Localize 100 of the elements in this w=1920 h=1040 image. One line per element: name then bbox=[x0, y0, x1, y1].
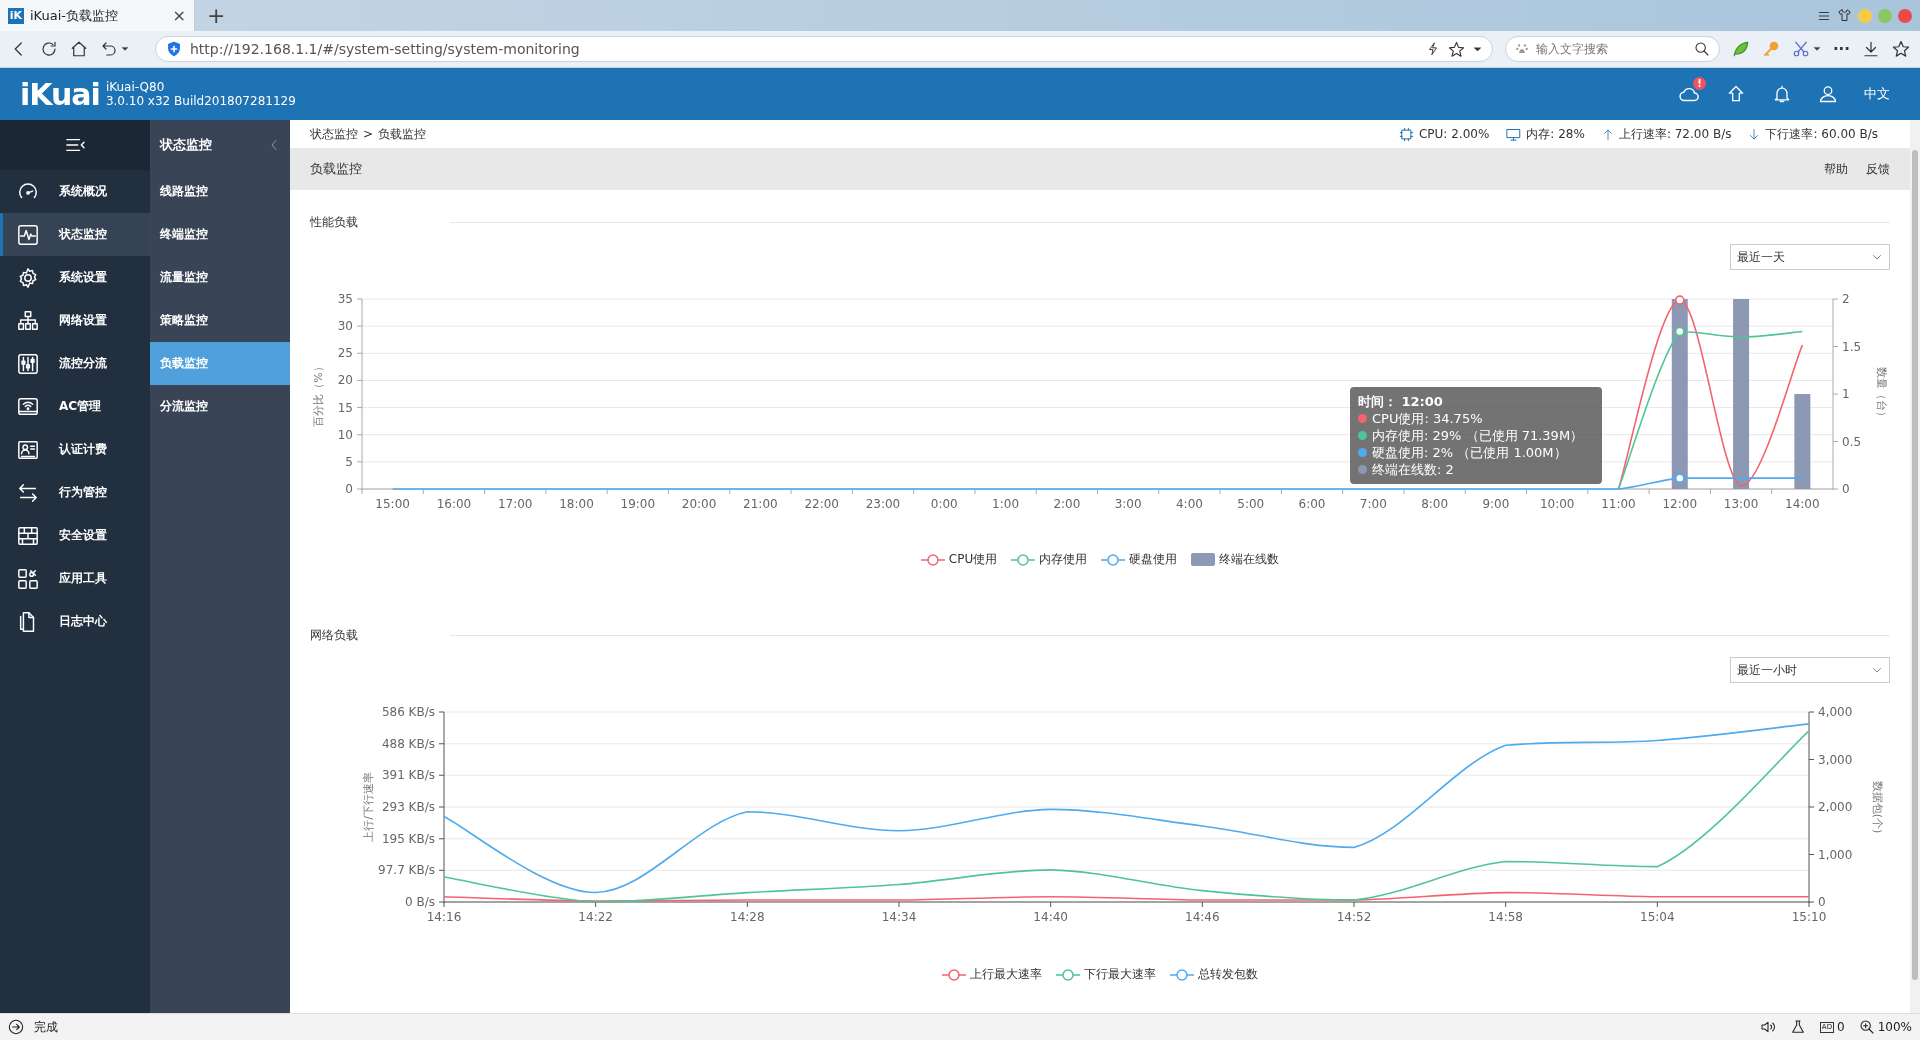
x-tick-label: 3:00 bbox=[1114, 497, 1142, 511]
sidebar-item[interactable]: 流控分流 bbox=[0, 342, 150, 385]
status-reading: 上行速率: 72.00 B/s bbox=[1618, 125, 1732, 143]
alert-badge: ! bbox=[1693, 77, 1706, 90]
y-tick-label: 586 KB/s bbox=[381, 705, 435, 719]
breadcrumb-item[interactable]: 状态监控 bbox=[310, 125, 358, 143]
grid-icon bbox=[17, 567, 39, 590]
submenu-item[interactable]: 流量监控 bbox=[150, 256, 290, 299]
y-tick-label: 3,000 bbox=[1818, 752, 1853, 767]
arrow-circle-icon bbox=[8, 1019, 24, 1035]
axis-title: 数量（台） bbox=[1875, 366, 1888, 422]
sidebar-item[interactable]: 网络设置 bbox=[0, 299, 150, 342]
submenu-item[interactable]: 终端监控 bbox=[150, 213, 290, 256]
y-tick-label: 15 bbox=[337, 400, 353, 415]
y-tick-label: 0 bbox=[1818, 895, 1826, 909]
reload-icon bbox=[40, 40, 58, 58]
y-tick-label: 2 bbox=[1842, 292, 1850, 306]
x-tick-label: 15:00 bbox=[375, 497, 410, 511]
x-tick-label: 15:10 bbox=[1791, 910, 1827, 924]
pulse-icon bbox=[17, 223, 39, 246]
x-tick-label: 14:40 bbox=[1033, 910, 1068, 924]
more-button[interactable]: ··· bbox=[1832, 40, 1850, 58]
sidebar-item[interactable]: 应用工具 bbox=[0, 557, 150, 600]
range-dropdown[interactable]: 最近一小时 bbox=[1730, 657, 1890, 683]
x-tick-label: 14:28 bbox=[730, 910, 765, 924]
y-tick-label: 293 KB/s bbox=[381, 800, 435, 814]
legend-item[interactable]: 终端在线数 bbox=[1191, 551, 1280, 568]
range-dropdown[interactable]: 最近一天 bbox=[1730, 244, 1890, 270]
y-tick-label: 0 bbox=[345, 482, 353, 496]
maximize-button[interactable] bbox=[1878, 8, 1892, 23]
undo-icon bbox=[100, 40, 118, 58]
sidebar-item[interactable]: AC管理 bbox=[0, 385, 150, 428]
tooltip-text: 内存使用: 29% （已使用 71.39M） bbox=[1372, 427, 1584, 444]
zoom-icon bbox=[1858, 1019, 1875, 1035]
submenu-title: 状态监控 bbox=[160, 136, 212, 154]
address-bar[interactable]: http://192.168.1.1/#/system-setting/system-monitoring bbox=[155, 36, 1493, 62]
collapse-menu-icon bbox=[64, 136, 86, 154]
tooltip-title: 时间： 12:00 bbox=[1358, 393, 1444, 410]
scissors-icon bbox=[1791, 40, 1810, 58]
x-tick-label: 23:00 bbox=[865, 497, 901, 511]
sidebar-item[interactable]: 状态监控 bbox=[0, 213, 150, 256]
speaker-icon bbox=[1759, 1019, 1776, 1035]
y-tick-label: 391 KB/s bbox=[381, 768, 435, 783]
header-link[interactable]: 帮助 bbox=[1824, 160, 1848, 178]
close-tab-button[interactable]: × bbox=[172, 6, 186, 25]
page-title: 负载监控 bbox=[310, 160, 362, 178]
sidebar-item[interactable]: 安全设置 bbox=[0, 514, 150, 557]
x-tick-label: 20:00 bbox=[681, 497, 717, 511]
new-tab-button[interactable]: + bbox=[195, 0, 238, 31]
x-tick-label: 14:52 bbox=[1336, 910, 1372, 924]
submenu-item[interactable]: 线路监控 bbox=[150, 170, 290, 213]
caret-icon bbox=[1812, 45, 1821, 53]
y-tick-label: 25 bbox=[337, 346, 353, 361]
model-name: iKuai-Q80 bbox=[105, 80, 166, 94]
blocked-count: 0 bbox=[1837, 1020, 1845, 1034]
x-tick-label: 17:00 bbox=[497, 497, 533, 511]
browser-tab[interactable]: iK iKuai-负载监控 × bbox=[0, 0, 195, 31]
header-link[interactable]: 反馈 bbox=[1866, 160, 1890, 178]
x-tick-label: 1:00 bbox=[992, 497, 1020, 511]
y-tick-label: 0 bbox=[1842, 482, 1850, 496]
close-window-button[interactable] bbox=[1898, 8, 1912, 23]
x-tick-label: 18:00 bbox=[559, 497, 594, 511]
x-tick-label: 2:00 bbox=[1053, 497, 1081, 511]
sidebar-item[interactable]: 系统设置 bbox=[0, 256, 150, 299]
sidebar-item[interactable]: 系统概况 bbox=[0, 170, 150, 213]
zoom-level[interactable]: 100% bbox=[1877, 1020, 1912, 1034]
minimize-button[interactable] bbox=[1858, 8, 1872, 23]
search-icon bbox=[1693, 41, 1710, 57]
x-tick-label: 14:58 bbox=[1488, 910, 1523, 924]
brick-wall-icon bbox=[17, 524, 39, 547]
y-tick-label: 1.5 bbox=[1842, 339, 1862, 354]
language-link[interactable]: 中文 bbox=[1864, 85, 1890, 103]
sidebar-item[interactable]: 日志中心 bbox=[0, 600, 150, 643]
sidebar-item[interactable]: 行为管控 bbox=[0, 471, 150, 514]
submenu-item[interactable]: 分流监控 bbox=[150, 385, 290, 428]
sidebar-item[interactable]: 认证计费 bbox=[0, 428, 150, 471]
x-tick-label: 14:46 bbox=[1185, 910, 1220, 924]
status-reading: 下行速率: 60.00 B/s bbox=[1765, 125, 1878, 143]
breadcrumb-item[interactable]: 负载监控 bbox=[378, 125, 427, 143]
y-tick-label: 1,000 bbox=[1818, 847, 1853, 862]
chip-icon bbox=[1398, 126, 1414, 142]
y-tick-label: 97.7 KB/s bbox=[378, 863, 435, 878]
submenu-item[interactable]: 策略监控 bbox=[150, 299, 290, 342]
y-tick-label: 0 B/s bbox=[405, 895, 435, 909]
network-icon bbox=[17, 309, 39, 332]
y-tick-label: 4,000 bbox=[1818, 705, 1853, 719]
y-tick-label: 0.5 bbox=[1842, 434, 1862, 449]
star-icon bbox=[1892, 40, 1910, 58]
gear-icon bbox=[17, 266, 39, 289]
section-title: 性能负载 bbox=[310, 213, 359, 231]
search-field[interactable]: 输入文字搜索 bbox=[1504, 36, 1720, 62]
scrollbar[interactable] bbox=[1910, 120, 1920, 1013]
y-tick-label: 10 bbox=[337, 427, 353, 442]
download-icon bbox=[1862, 40, 1880, 58]
x-tick-label: 4:00 bbox=[1175, 497, 1203, 511]
logo: iKuai bbox=[20, 76, 100, 112]
axis-title: 数据包(个) bbox=[1871, 780, 1884, 834]
star-icon bbox=[1447, 40, 1465, 58]
monitor-icon bbox=[1506, 126, 1522, 142]
data-point bbox=[1674, 473, 1685, 483]
